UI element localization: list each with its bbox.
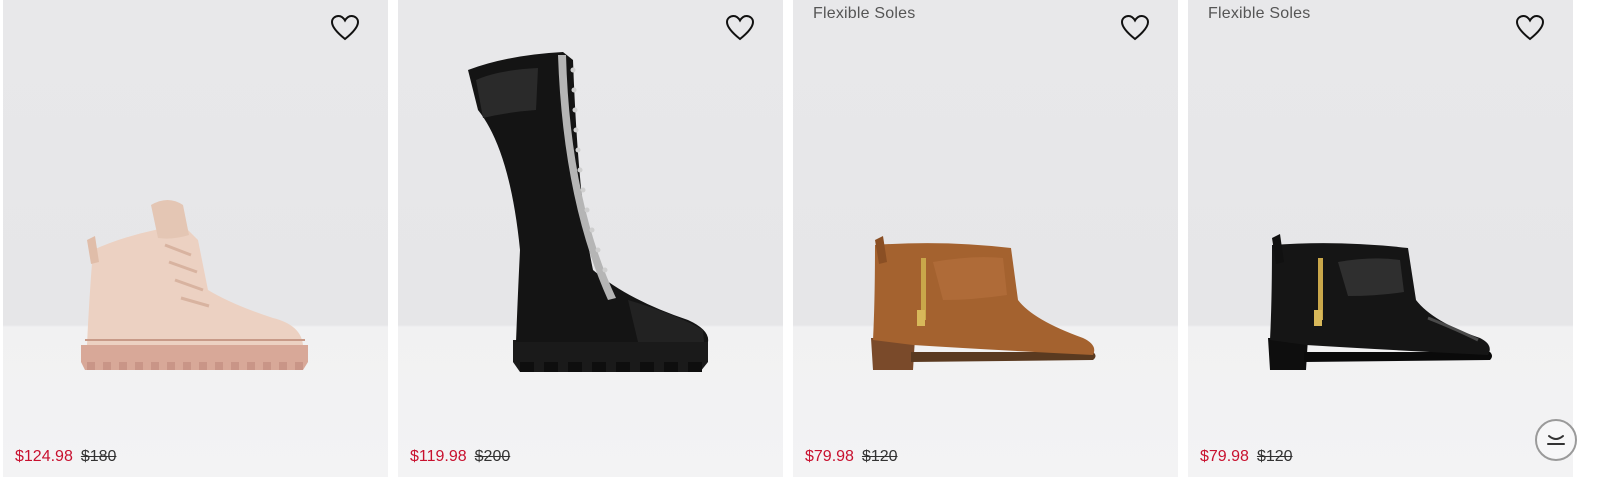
wishlist-button[interactable]	[330, 14, 360, 42]
original-price: $120	[1256, 448, 1293, 465]
heart-outline-icon	[725, 14, 755, 41]
original-price: $120	[861, 448, 898, 465]
product-image[interactable]	[398, 0, 783, 430]
sale-price: $79.98	[805, 448, 854, 465]
price-row: $79.98 $120	[805, 448, 898, 466]
heart-outline-icon	[330, 14, 360, 41]
chat-widget-button[interactable]	[1535, 419, 1577, 461]
product-card[interactable]: $119.98 $200	[398, 0, 783, 477]
heart-outline-icon	[1120, 14, 1150, 41]
product-card[interactable]: Flexible Soles $79.98 $120	[793, 0, 1178, 477]
original-price: $200	[474, 448, 511, 465]
product-card[interactable]: $124.98 $180	[3, 0, 388, 477]
original-price: $180	[80, 448, 117, 465]
wishlist-button[interactable]	[725, 14, 755, 42]
sale-price: $119.98	[410, 448, 467, 465]
sale-price: $124.98	[15, 448, 73, 465]
wishlist-button[interactable]	[1120, 14, 1150, 42]
price-row: $124.98 $180	[15, 448, 116, 466]
price-row: $119.98 $200	[410, 448, 510, 466]
sale-price: $79.98	[1200, 448, 1249, 465]
price-row: $79.98 $120	[1200, 448, 1293, 466]
product-image[interactable]	[3, 0, 388, 430]
product-image[interactable]	[793, 0, 1178, 430]
wishlist-button[interactable]	[1515, 14, 1545, 42]
product-image[interactable]	[1188, 0, 1573, 430]
product-card[interactable]: Flexible Soles $79.98 $120	[1188, 0, 1573, 477]
heart-outline-icon	[1515, 14, 1545, 41]
chat-smile-icon	[1547, 435, 1565, 445]
product-grid: $124.98 $180 $119.98 $200 Flexible Soles…	[0, 0, 1600, 477]
